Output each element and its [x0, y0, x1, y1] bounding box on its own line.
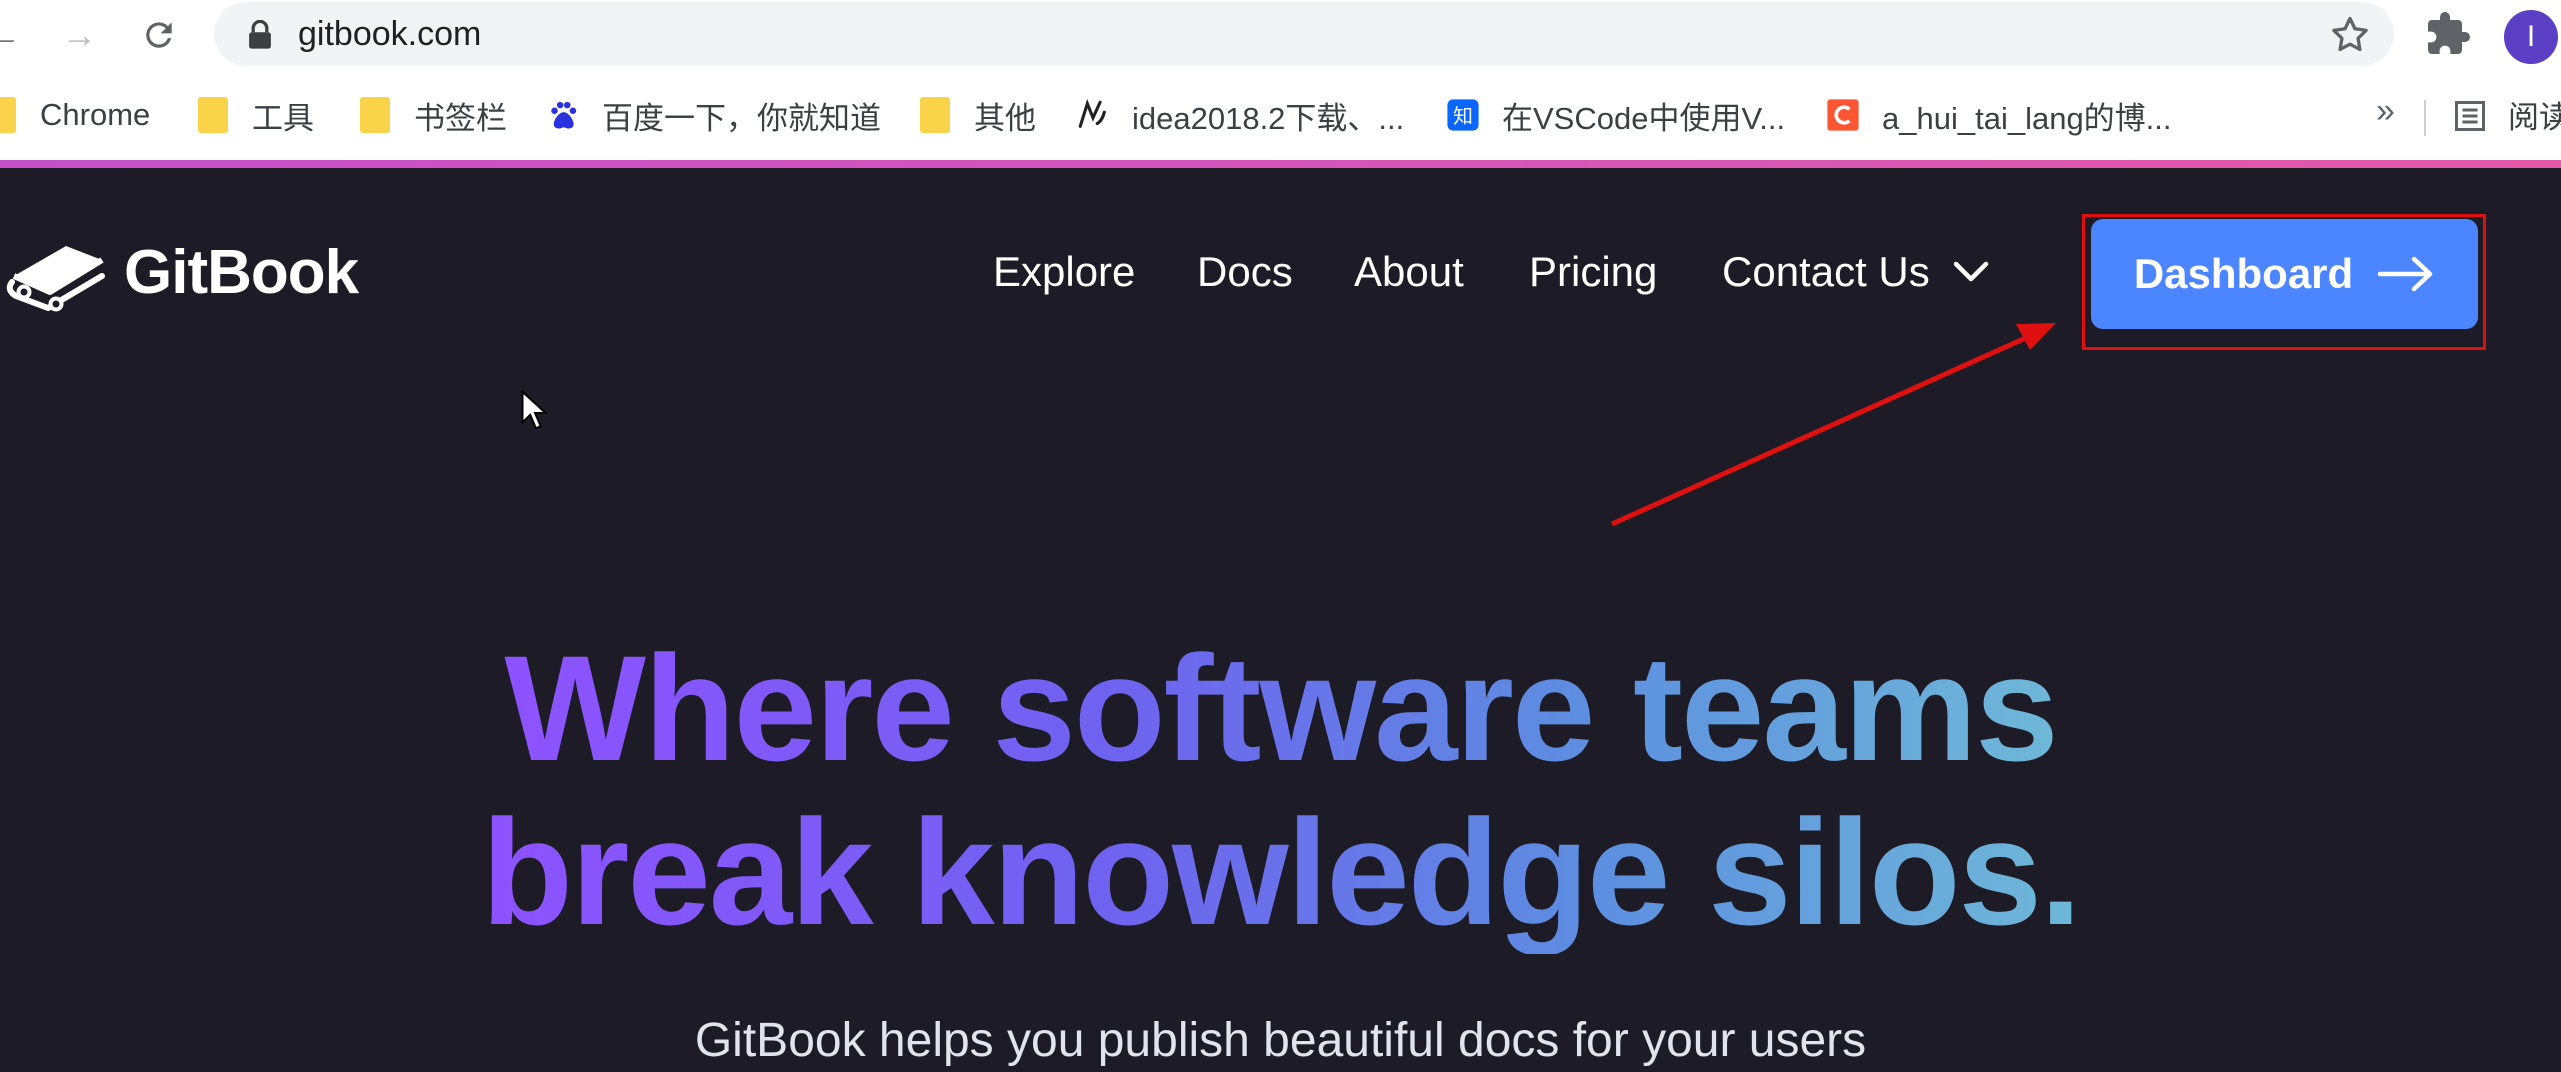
bookmark-label: 工具: [252, 100, 314, 136]
bookmark-label: 在VSCode中使用V...: [1502, 100, 1786, 136]
gitbook-book-icon: [6, 246, 105, 312]
csdn-icon: [1827, 99, 1859, 131]
browser-toolbar: ← → gitbook.com I: [0, 0, 2561, 70]
arrow-right-icon: [2377, 256, 2433, 292]
hero-subtitle: GitBook helps you publish beautiful docs…: [694, 1014, 1867, 1067]
nav-pricing[interactable]: Pricing: [1529, 246, 1657, 298]
bookmark-item[interactable]: idea2018.2下载、...: [1076, 90, 1404, 140]
bookmark-label: 百度一下，你就知道: [602, 100, 881, 136]
url-text[interactable]: gitbook.com: [298, 12, 481, 56]
reading-list-label[interactable]: 阅读: [2508, 92, 2561, 137]
hero-headline-line2: break knowledge silos.: [481, 788, 2081, 956]
reload-icon[interactable]: [134, 10, 184, 60]
nav-about[interactable]: About: [1354, 246, 1464, 298]
address-bar[interactable]: gitbook.com: [214, 2, 2394, 66]
dashboard-button[interactable]: Dashboard: [2091, 219, 2478, 329]
bookmark-label: 书签栏: [414, 100, 507, 136]
idea-icon: [1078, 99, 1106, 128]
folder-icon: [920, 97, 950, 133]
folder-icon: [0, 97, 16, 133]
bookmark-item[interactable]: a_hui_tai_lang的博...: [1826, 90, 2172, 140]
back-arrow-icon[interactable]: ←: [0, 10, 28, 60]
dashboard-button-label: Dashboard: [2133, 250, 2354, 297]
hero-headline-line1: Where software teams: [504, 624, 2058, 792]
lock-icon: [249, 20, 271, 49]
bookmark-label: 其他: [974, 100, 1036, 136]
profile-avatar[interactable]: I: [2504, 10, 2558, 64]
bookmark-label: Chrome: [40, 97, 151, 132]
bookmarks-overflow-button[interactable]: »: [2376, 92, 2395, 131]
nav-docs[interactable]: Docs: [1197, 246, 1293, 298]
bookmark-item[interactable]: 工具: [198, 90, 314, 140]
chevron-down-icon: [1953, 261, 1988, 282]
mouse-cursor-icon: [521, 390, 548, 430]
brand-name: GitBook: [124, 237, 359, 307]
hero-headline: Where software teams break knowledge sil…: [0, 626, 2561, 954]
tab-accent-line: [0, 160, 2561, 168]
bookmark-label: idea2018.2下载、...: [1132, 100, 1405, 136]
bookmarks-divider: [2424, 100, 2426, 136]
reading-list-icon[interactable]: [2452, 98, 2488, 134]
nav-contact-dropdown[interactable]: Contact Us: [1722, 246, 1990, 298]
bookmark-item[interactable]: 其他: [920, 90, 1036, 140]
bookmark-item[interactable]: Chrome: [0, 90, 150, 140]
bookmarks-bar: Chrome 工具 书签栏 百度一下，你就知道 其他 idea2018.2下载、…: [0, 70, 2561, 162]
bookmark-item[interactable]: 知 在VSCode中使用V...: [1446, 90, 1785, 140]
folder-icon: [360, 97, 390, 133]
bookmark-label: a_hui_tai_lang的博...: [1882, 100, 2172, 136]
folder-icon: [198, 97, 228, 133]
nav-explore[interactable]: Explore: [993, 246, 1135, 298]
extensions-puzzle-icon[interactable]: [2424, 10, 2472, 58]
bookmark-star-icon[interactable]: [2328, 13, 2372, 57]
nav-contact-label: Contact Us: [1722, 248, 1930, 295]
gitbook-logo[interactable]: GitBook: [4, 232, 359, 312]
bookmark-item[interactable]: 书签栏: [360, 90, 507, 140]
baidu-icon: [551, 101, 577, 129]
zhihu-icon: 知: [1447, 99, 1479, 131]
forward-arrow-icon[interactable]: →: [54, 10, 104, 60]
svg-text:知: 知: [1453, 105, 1473, 128]
bookmark-item[interactable]: 百度一下，你就知道: [546, 90, 881, 140]
